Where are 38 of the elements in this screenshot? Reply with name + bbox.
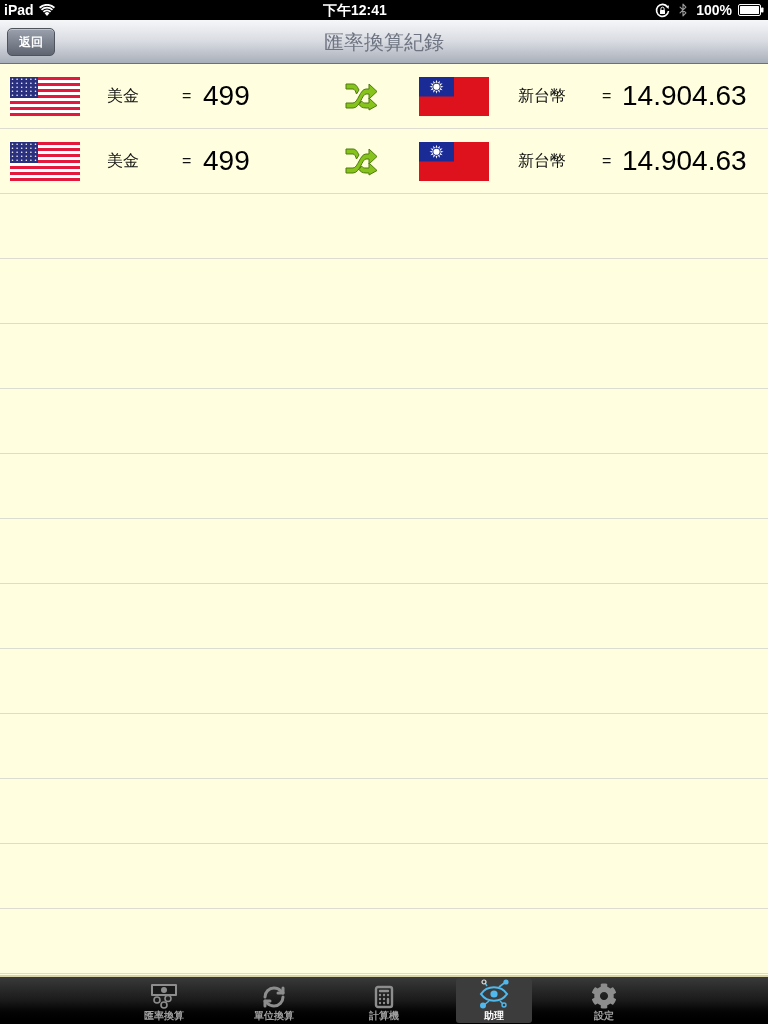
refresh-icon [262, 985, 286, 1009]
equals-sign: = [602, 151, 612, 171]
tab-button[interactable]: 匯率換算 [126, 978, 202, 1023]
rotation-lock-icon [655, 2, 671, 18]
us-flag-icon [10, 141, 80, 181]
equals-sign: = [602, 86, 612, 106]
wifi-icon [38, 4, 55, 16]
eye-icon [478, 979, 510, 1009]
tab-button[interactable]: 計算機 [346, 978, 422, 1023]
currency-name: 美金 [107, 86, 139, 106]
tw-flag-icon [419, 76, 489, 116]
amount-value: 14.904.63 [622, 82, 747, 110]
shuffle-arrows-icon [345, 81, 378, 111]
equals-sign: = [182, 151, 192, 171]
amount-value: 499 [203, 147, 250, 175]
shuffle-arrows-icon [345, 146, 378, 176]
currency-name: 新台幣 [518, 151, 566, 171]
record-row[interactable]: 美金 = 499 新台幣 = 14.904.63 [0, 64, 768, 129]
battery-icon [738, 4, 764, 16]
status-time: 下午12:41 [322, 3, 387, 17]
tab-button[interactable]: 助理 [456, 978, 532, 1023]
currency-name: 新台幣 [518, 86, 566, 106]
money-icon [150, 983, 178, 1009]
battery-percent: 100% [696, 3, 732, 17]
amount-value: 499 [203, 82, 250, 110]
tw-flag-icon [419, 141, 489, 181]
currency-name: 美金 [107, 151, 139, 171]
tab-button[interactable]: 設定 [566, 978, 642, 1023]
screen-title: 匯率換算紀錄 [324, 29, 444, 55]
us-flag-icon [10, 76, 80, 116]
equals-sign: = [182, 86, 192, 106]
gear-icon [591, 983, 617, 1009]
tab-button[interactable]: 單位換算 [236, 978, 312, 1023]
back-button[interactable]: 返回 [7, 27, 55, 56]
amount-value: 14.904.63 [622, 147, 747, 175]
device-name: iPad [4, 3, 34, 17]
record-row[interactable]: 美金 = 499 新台幣 = 14.904.63 [0, 129, 768, 194]
calculator-icon [372, 985, 396, 1009]
